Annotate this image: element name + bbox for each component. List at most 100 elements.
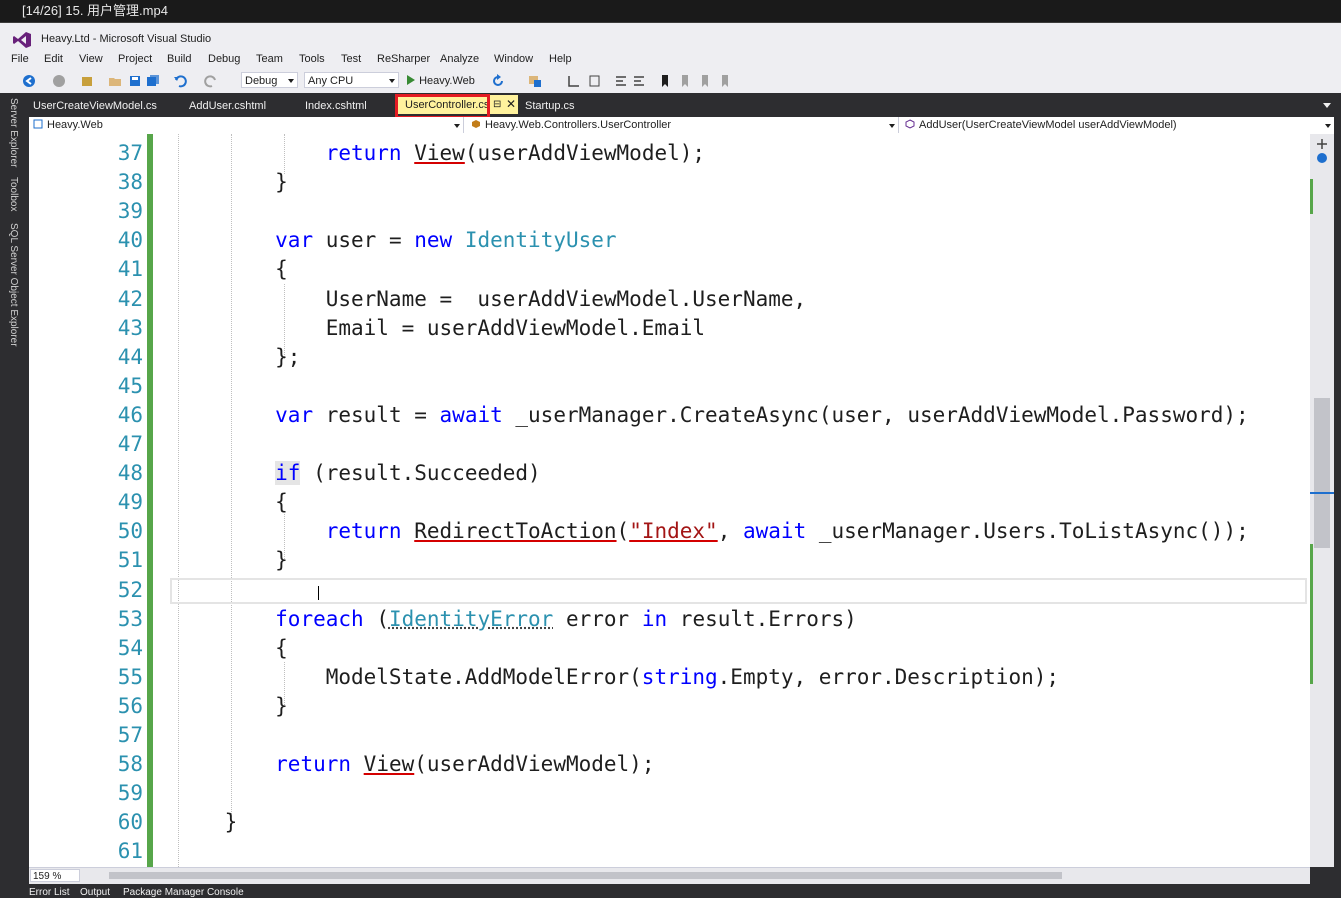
line-number: 50 bbox=[117, 519, 143, 544]
menu-view[interactable]: View bbox=[79, 53, 103, 65]
menu-tools[interactable]: Tools bbox=[299, 53, 325, 65]
menu-resharper[interactable]: ReSharper bbox=[377, 53, 430, 65]
code-token: result.Errors) bbox=[667, 606, 857, 631]
code-token: } bbox=[174, 548, 288, 573]
close-icon[interactable]: ✕ bbox=[506, 97, 516, 111]
code-token: RedirectToAction bbox=[414, 519, 617, 544]
undo-icon[interactable] bbox=[173, 74, 187, 88]
line-number: 53 bbox=[117, 606, 143, 631]
line-number: 49 bbox=[117, 490, 143, 515]
step-over-icon[interactable] bbox=[587, 74, 601, 88]
tab-adduser-cshtml[interactable]: AddUser.cshtml bbox=[189, 100, 266, 112]
tab-list-dropdown-icon[interactable] bbox=[1323, 103, 1331, 108]
line-number: 44 bbox=[117, 344, 143, 369]
zoom-dropdown[interactable]: 159 % bbox=[30, 869, 80, 882]
tab-output[interactable]: Output bbox=[80, 887, 110, 898]
server-explorer-tab[interactable]: Server Explorer bbox=[8, 98, 19, 167]
solution-configuration-dropdown[interactable]: Debug bbox=[241, 72, 298, 88]
code-token: await bbox=[439, 402, 503, 427]
code-token: return bbox=[275, 752, 352, 777]
menu-project[interactable]: Project bbox=[118, 53, 152, 65]
navigate-back-icon[interactable] bbox=[22, 74, 36, 88]
menu-debug[interactable]: Debug bbox=[208, 53, 240, 65]
clear-bookmarks-icon[interactable] bbox=[718, 74, 732, 88]
menu-file[interactable]: File bbox=[11, 53, 29, 65]
menu-window[interactable]: Window bbox=[494, 53, 533, 65]
menu-edit[interactable]: Edit bbox=[44, 53, 63, 65]
project-dropdown[interactable]: Heavy.Web bbox=[29, 117, 464, 133]
vertical-scrollbar[interactable] bbox=[1310, 134, 1334, 867]
code-line: var user = new IdentityUser bbox=[174, 226, 616, 255]
sql-server-object-explorer-tab[interactable]: SQL Server Object Explorer bbox=[8, 223, 19, 347]
code-editor[interactable]: 37 38 39 40 41 42 43 44 45 46 47 48 49 50 51 52 53 54 55 56… bbox=[29, 134, 1310, 867]
class-icon bbox=[472, 120, 480, 128]
toolbox-tab[interactable]: Toolbox bbox=[8, 177, 19, 211]
save-all-icon[interactable] bbox=[146, 74, 160, 88]
navigate-forward-icon[interactable] bbox=[52, 74, 66, 88]
code-token: return bbox=[325, 141, 402, 165]
code-token: (userAddViewModel); bbox=[414, 752, 655, 777]
menu-build[interactable]: Build bbox=[167, 53, 191, 65]
document-tab-strip: UserCreateViewModel.cs AddUser.cshtml In… bbox=[29, 93, 1341, 116]
configuration-value: Debug bbox=[245, 75, 278, 87]
menu-help[interactable]: Help bbox=[549, 53, 572, 65]
tab-index-cshtml[interactable]: Index.cshtml bbox=[305, 100, 367, 112]
project-icon bbox=[33, 119, 43, 129]
code-token: "Index" bbox=[629, 519, 718, 544]
code-token: ModelState.AddModelError( bbox=[174, 664, 642, 689]
solution-platform-dropdown[interactable]: Any CPU bbox=[304, 72, 399, 88]
split-window-icon[interactable] bbox=[1316, 138, 1328, 150]
scope-icon[interactable] bbox=[1316, 152, 1328, 164]
vertical-scroll-thumb[interactable] bbox=[1314, 398, 1330, 548]
line-number: 42 bbox=[117, 286, 143, 311]
line-number: 48 bbox=[117, 461, 143, 486]
code-token: { bbox=[174, 490, 288, 515]
tab-error-list[interactable]: Error List bbox=[29, 887, 70, 898]
caret-position-marker bbox=[1310, 492, 1334, 494]
horizontal-scroll-thumb[interactable] bbox=[109, 872, 1062, 879]
pin-icon[interactable]: ⊟ bbox=[493, 99, 501, 110]
code-token: ( bbox=[363, 606, 389, 631]
code-line: } bbox=[174, 168, 288, 197]
tab-startup[interactable]: Startup.cs bbox=[525, 100, 575, 112]
bookmark-icon[interactable] bbox=[658, 74, 672, 88]
find-in-files-icon[interactable] bbox=[528, 74, 542, 88]
code-token: user = bbox=[313, 228, 415, 253]
chevron-down-icon bbox=[288, 79, 294, 83]
class-dropdown[interactable]: Heavy.Web.Controllers.UserController bbox=[467, 117, 899, 133]
line-number: 47 bbox=[117, 432, 143, 456]
code-token: error bbox=[553, 606, 642, 631]
menu-analyze[interactable]: Analyze bbox=[440, 53, 479, 65]
menu-test[interactable]: Test bbox=[341, 53, 361, 65]
standard-toolbar: Debug Any CPU bbox=[0, 69, 1341, 94]
menu-bar: File Edit View Project Build Debug Team … bbox=[0, 51, 1341, 69]
next-bookmark-icon[interactable] bbox=[698, 74, 712, 88]
video-title: [14/26] 15. 用户管理.mp4 bbox=[22, 3, 168, 18]
change-tracking-bar bbox=[147, 134, 153, 867]
tab-package-manager-console[interactable]: Package Manager Console bbox=[123, 887, 244, 898]
uncomment-icon[interactable] bbox=[632, 74, 646, 88]
step-into-icon[interactable] bbox=[567, 74, 581, 88]
menu-team[interactable]: Team bbox=[256, 53, 283, 65]
code-line: return RedirectToAction("Index", await _… bbox=[174, 517, 1249, 546]
previous-bookmark-icon[interactable] bbox=[678, 74, 692, 88]
open-file-icon[interactable] bbox=[108, 74, 122, 88]
save-icon[interactable] bbox=[128, 74, 142, 88]
code-token: } bbox=[174, 693, 288, 718]
code-token: return bbox=[325, 519, 402, 544]
member-dropdown[interactable]: AddUser(UserCreateViewModel userAddViewM… bbox=[901, 117, 1334, 133]
class-value: Heavy.Web.Controllers.UserController bbox=[485, 119, 672, 131]
comment-icon[interactable] bbox=[614, 74, 628, 88]
tab-usercreateviewmodel[interactable]: UserCreateViewModel.cs bbox=[33, 100, 157, 112]
refresh-icon[interactable] bbox=[491, 74, 505, 88]
code-line: { bbox=[174, 634, 288, 663]
zoom-value: 159 % bbox=[33, 871, 62, 882]
redo-icon[interactable] bbox=[204, 74, 218, 88]
new-project-icon[interactable] bbox=[80, 74, 94, 88]
start-debugging-button[interactable]: Heavy.Web bbox=[406, 73, 475, 89]
video-player-title-bar: [14/26] 15. 用户管理.mp4 bbox=[0, 0, 1341, 22]
code-token: in bbox=[641, 606, 668, 631]
